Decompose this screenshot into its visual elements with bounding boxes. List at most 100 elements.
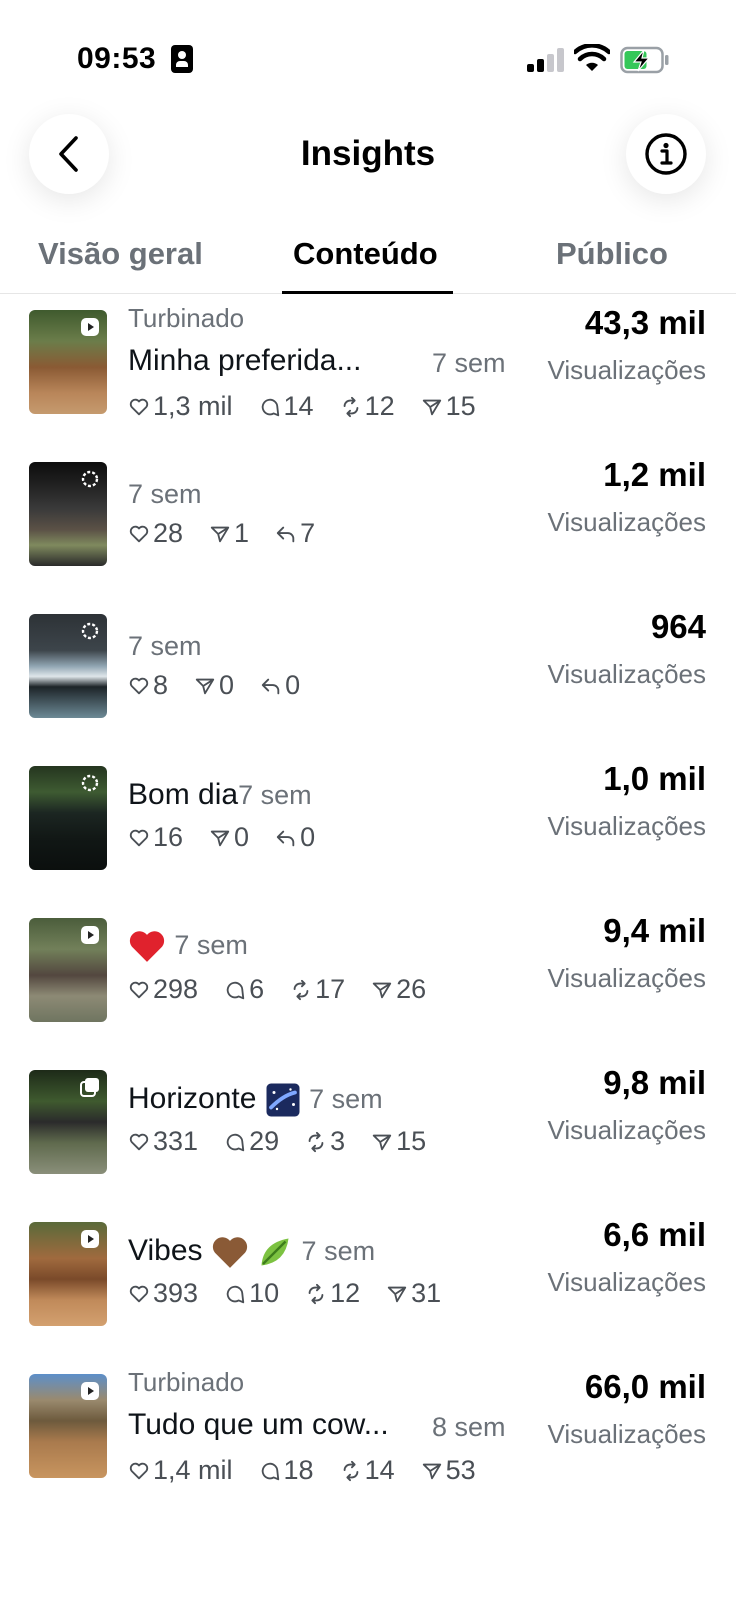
battery-charging-icon xyxy=(620,46,669,74)
tab-bar: Visão geral Conteúdo Público xyxy=(0,220,736,294)
post-caption-line: Horizonte 7 sem xyxy=(128,1082,383,1118)
repost-icon xyxy=(308,1283,324,1304)
views-count: 1,0 mil xyxy=(603,760,706,797)
views-label: Visualizações xyxy=(547,507,706,537)
content-row[interactable]: 7 sem 8 0 0 964 Visualizações xyxy=(0,604,736,758)
content-row[interactable]: Turbinado Tudo que um cow... 8 sem 1,4 m… xyxy=(0,1364,736,1518)
post-thumbnail xyxy=(29,614,107,718)
shares-stat: 1 xyxy=(209,518,249,549)
content-row[interactable]: Horizonte 7 sem 331 29 3 15 9,8 mil Visu… xyxy=(0,1060,736,1214)
post-caption: Horizonte xyxy=(128,1082,257,1115)
views-count: 66,0 mil xyxy=(584,1368,706,1405)
milky-way-emoji xyxy=(266,1083,300,1117)
reel-icon xyxy=(81,926,99,944)
post-stats: 393 10 12 31 xyxy=(128,1278,467,1309)
heart-icon xyxy=(129,1285,149,1302)
tab-audience[interactable]: Público xyxy=(556,236,668,272)
info-button[interactable] xyxy=(626,114,706,194)
shares-stat: 15 xyxy=(371,1126,426,1157)
post-stats: 16 0 0 xyxy=(128,822,341,853)
id-card-icon xyxy=(171,45,193,73)
post-age: 7 sem xyxy=(128,631,202,661)
clock: 09:53 xyxy=(77,42,157,75)
status-bar: 09:53 xyxy=(0,0,736,100)
heart-icon xyxy=(129,398,149,415)
post-stats: 1,3 mil 14 12 15 xyxy=(128,391,502,422)
views-label: Visualizações xyxy=(547,963,706,993)
post-caption-line: 7 sem xyxy=(128,928,248,964)
views-count: 43,3 mil xyxy=(584,304,706,341)
likes-stat: 1,4 mil xyxy=(128,1455,233,1486)
reel-icon xyxy=(81,1230,99,1248)
post-age: 7 sem xyxy=(174,930,248,960)
post-age: 7 sem xyxy=(309,1084,383,1114)
post-thumbnail xyxy=(29,918,107,1022)
comments-stat: 10 xyxy=(224,1278,279,1309)
views-count: 964 xyxy=(650,608,706,645)
cellular-signal-icon xyxy=(527,48,565,72)
heart-icon xyxy=(129,677,149,694)
post-caption-line: 7 sem xyxy=(128,629,202,663)
post-caption-line: 7 sem xyxy=(128,477,202,511)
leaf-emoji xyxy=(261,1238,289,1266)
reposts-stat: 3 xyxy=(305,1126,345,1157)
likes-stat: 331 xyxy=(128,1126,198,1157)
post-thumbnail xyxy=(29,1374,107,1478)
send-icon xyxy=(372,982,392,998)
post-thumbnail xyxy=(29,1222,107,1326)
post-thumbnail xyxy=(29,1070,107,1174)
boosted-label: Turbinado xyxy=(128,1367,245,1397)
post-caption: Vibes xyxy=(128,1234,203,1267)
views-count: 9,4 mil xyxy=(603,912,706,949)
heart-icon xyxy=(129,829,149,846)
tab-overview[interactable]: Visão geral xyxy=(38,236,203,272)
reposts-stat: 12 xyxy=(305,1278,360,1309)
views-count: 9,8 mil xyxy=(603,1064,706,1101)
comments-stat: 14 xyxy=(259,391,314,422)
info-icon xyxy=(645,133,687,175)
likes-stat: 298 xyxy=(128,974,198,1005)
send-icon xyxy=(210,526,230,542)
active-tab-indicator xyxy=(282,291,453,294)
replies-stat: 0 xyxy=(260,670,300,701)
tab-content[interactable]: Conteúdo xyxy=(293,236,438,272)
content-row[interactable]: Bom dia7 sem 16 0 0 1,0 mil Visualizaçõe… xyxy=(0,756,736,910)
content-row[interactable]: Turbinado Minha preferida... 7 sem 1,3 m… xyxy=(0,300,736,454)
comment-icon xyxy=(226,1285,245,1303)
loading-icon xyxy=(81,774,99,792)
post-age: 7 sem xyxy=(238,780,312,810)
likes-stat: 28 xyxy=(128,518,183,549)
content-row[interactable]: 7 sem 298 6 17 26 9,4 mil Visualizações xyxy=(0,908,736,1062)
repost-icon xyxy=(343,396,358,417)
post-age: 7 sem xyxy=(301,1236,376,1266)
reply-icon xyxy=(261,678,280,694)
post-thumbnail xyxy=(29,462,107,566)
post-stats: 331 29 3 15 xyxy=(128,1126,452,1157)
repost-icon xyxy=(343,1460,358,1481)
shares-stat: 0 xyxy=(209,822,249,853)
brown-heart-emoji xyxy=(212,1237,247,1268)
send-icon xyxy=(372,1134,392,1150)
post-thumbnail xyxy=(29,766,107,870)
content-row[interactable]: 7 sem 28 1 7 1,2 mil Visualizações xyxy=(0,452,736,606)
views-count: 6,6 mil xyxy=(603,1216,706,1253)
wifi-icon xyxy=(574,44,610,71)
content-row[interactable]: Vibes 7 sem 393 10 12 31 6,6 mil Visuali… xyxy=(0,1212,736,1366)
post-thumbnail xyxy=(29,310,107,414)
repost-icon xyxy=(293,979,309,1000)
send-icon xyxy=(422,399,441,415)
reply-icon xyxy=(276,526,295,542)
boosted-label: Turbinado xyxy=(128,303,245,333)
likes-stat: 16 xyxy=(128,822,183,853)
likes-stat: 393 xyxy=(128,1278,198,1309)
post-caption-line: Bom dia7 sem xyxy=(128,778,312,812)
reposts-stat: 17 xyxy=(290,974,345,1005)
send-icon xyxy=(422,1463,441,1479)
reply-icon xyxy=(276,830,295,846)
likes-stat: 1,3 mil xyxy=(128,391,233,422)
loading-icon xyxy=(81,470,99,488)
shares-stat: 26 xyxy=(371,974,426,1005)
post-caption-line: Vibes 7 sem xyxy=(128,1234,375,1270)
reel-icon xyxy=(81,1382,99,1400)
loading-icon xyxy=(81,622,99,640)
